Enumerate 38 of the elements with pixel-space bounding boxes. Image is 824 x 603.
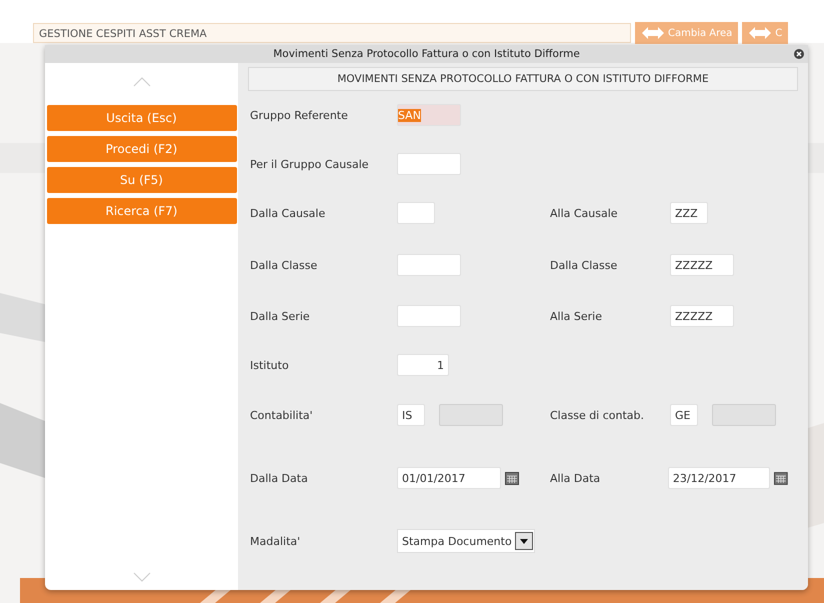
input-field[interactable]: ZZZ [670,202,708,224]
mode-dropdown[interactable]: Stampa Documento [397,529,535,553]
field-label: Dalla Classe [249,258,318,272]
field-label: Gruppo Referente [249,108,349,122]
input-field[interactable]: ZZZZZ [670,254,734,276]
swap-arrows-icon [748,25,772,41]
input-field[interactable]: 1 [397,354,449,376]
field-label: Classe di contab. [549,408,646,422]
field-label: Alla Data [549,472,602,484]
dialog-title: Movimenti Senza Protocollo Fattura o con Istituto Difforme [273,48,580,60]
input-field[interactable]: GE [670,404,698,426]
scroll-up-icon[interactable] [132,77,150,87]
field-label: Dalla Data [249,472,309,484]
scroll-down-icon[interactable] [132,572,150,582]
field-label: Dalla Causale [249,206,326,220]
field-label: Madalita' [249,534,302,548]
dropdown-caret-icon [514,532,533,550]
field-label: Alla Causale [549,206,619,220]
date-field[interactable]: 01/01/2017 [397,467,501,489]
field-label: Istituto [249,358,290,372]
input-field[interactable] [397,202,435,224]
field-label: Per il Gruppo Causale [249,158,370,170]
calendar-icon[interactable] [505,472,519,484]
close-icon[interactable] [794,49,804,59]
field-label: Contabilita' [249,408,314,422]
calendar-icon[interactable] [774,472,788,484]
field-label: Dalla Serie [249,310,311,322]
field-label: Alla Serie [549,310,603,322]
field-label: Dalla Classe [549,258,618,272]
input-field[interactable] [397,153,461,175]
swap-arrows-icon [641,25,665,41]
input-field[interactable] [397,254,461,276]
input-field[interactable]: IS [397,404,425,426]
input-field[interactable]: ZZZZZ [670,305,734,327]
input-field[interactable] [397,305,461,327]
form-heading: MOVIMENTI SENZA PROTOCOLLO FATTURA O CON ISTITUTO DIFFORME [248,67,798,91]
date-field[interactable]: 23/12/2017 [668,467,770,489]
area-field: GESTIONE CESPITI ASST CREMA [33,23,631,43]
